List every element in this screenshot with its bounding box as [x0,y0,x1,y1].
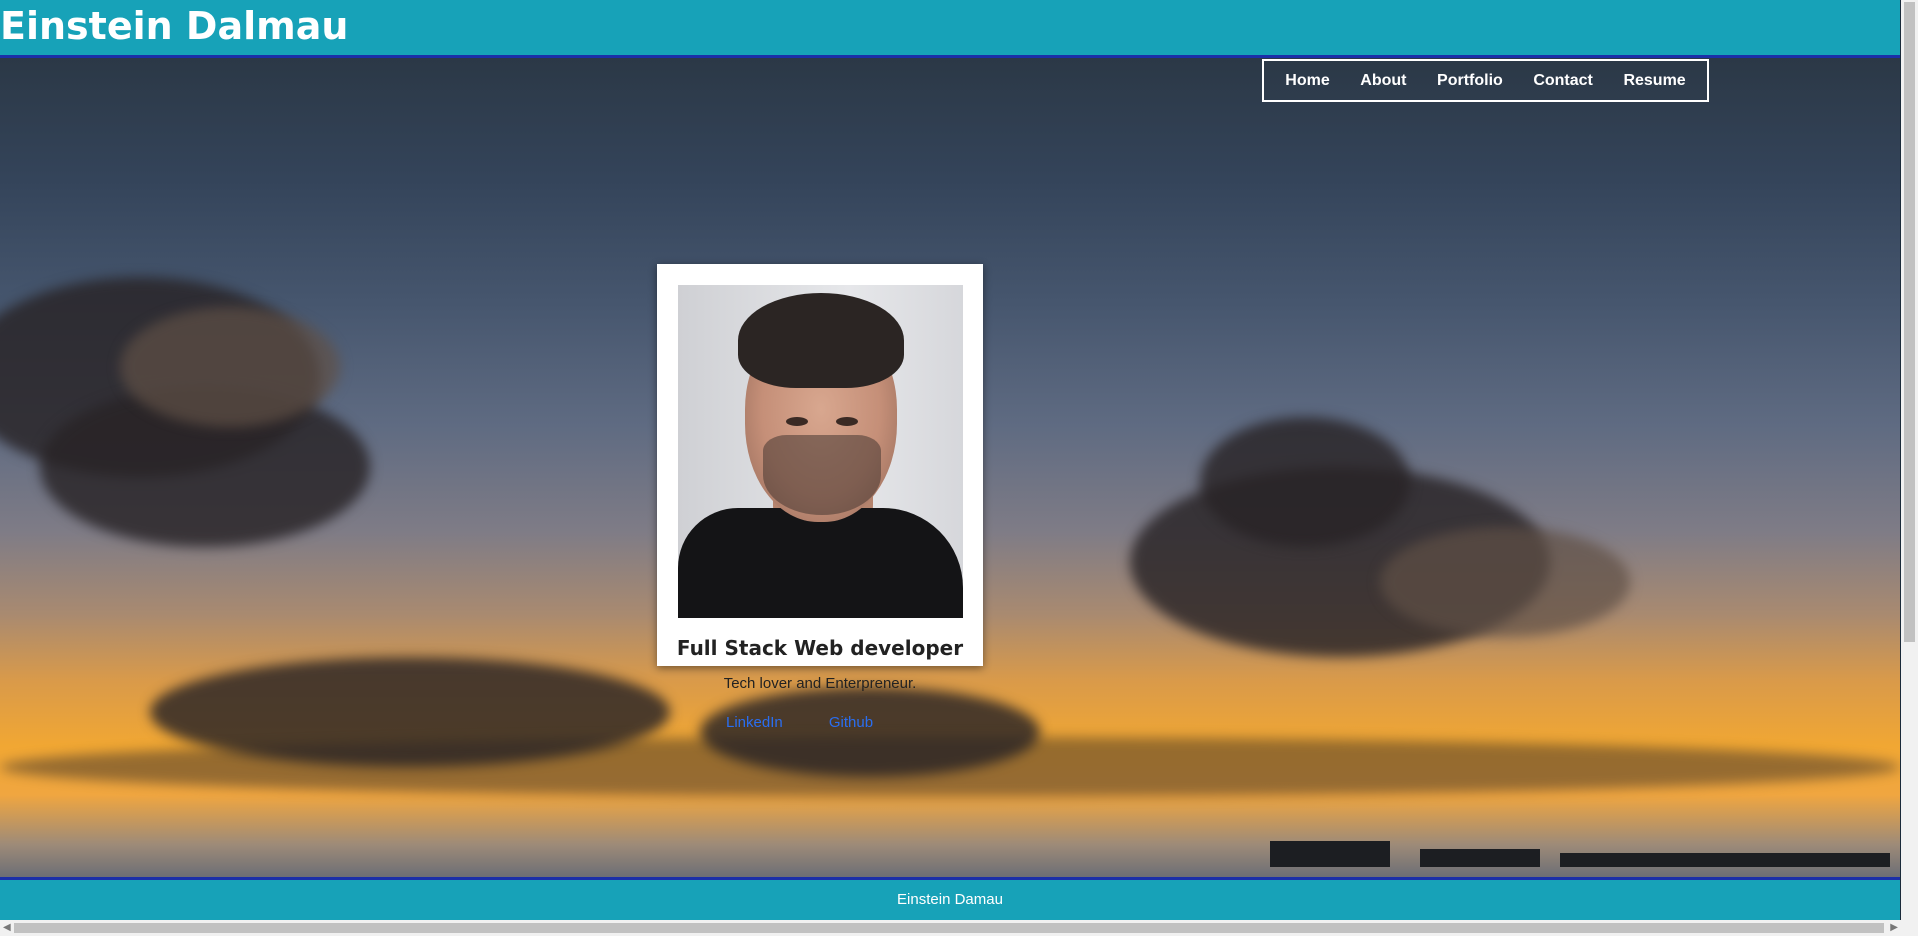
vertical-scrollbar[interactable] [1901,0,1918,920]
nav-contact[interactable]: Contact [1533,72,1593,90]
profile-tagline: Tech lover and Enterpreneur. [723,675,917,692]
social-links: LinkedIn Github [726,714,915,731]
site-title[interactable]: Einstein Dalmau [0,4,348,48]
nav-portfolio[interactable]: Portfolio [1437,72,1503,90]
nav-resume[interactable]: Resume [1623,72,1685,90]
linkedin-link[interactable]: LinkedIn [726,714,783,731]
profile-photo [678,285,963,618]
vertical-scroll-thumb[interactable] [1904,2,1915,642]
scroll-left-icon[interactable]: ◀ [3,920,11,936]
nav-about[interactable]: About [1360,72,1406,90]
site-header: Einstein Dalmau [0,0,1900,58]
horizontal-scrollbar[interactable]: ◀ ▶ [0,920,1918,936]
main-nav: Home About Portfolio Contact Resume [1262,59,1709,102]
horizontal-scroll-thumb[interactable] [14,923,1884,933]
profile-card: Full Stack Web developer [657,264,983,666]
github-link[interactable]: Github [829,714,873,731]
site-footer: Einstein Damau [0,877,1900,923]
scroll-right-icon[interactable]: ▶ [1890,920,1898,936]
profile-title: Full Stack Web developer [676,636,964,660]
nav-home[interactable]: Home [1285,72,1329,90]
